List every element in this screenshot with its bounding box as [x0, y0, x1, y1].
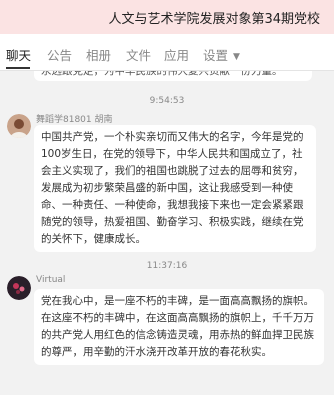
message-bubble: 党在我心中，是一座不朽的丰碑，是一面高高飘扬的旗帜。在这座不朽的丰碑中，在这面高…: [34, 289, 324, 365]
tab-settings[interactable]: 设置 ▼: [203, 45, 240, 64]
tab-files[interactable]: 文件: [126, 45, 151, 64]
chevron-down-icon: ▼: [233, 52, 240, 62]
message-bubble-partial: 永远跟党走，为中华民族的伟大复兴贡献一份力量。: [34, 71, 312, 81]
app-header: 人文与艺术学院发展对象第34期党校: [0, 0, 334, 34]
avatar-photo-icon: [7, 276, 31, 300]
message-sender: 舞蹈学81801 胡南: [36, 115, 113, 125]
avatar[interactable]: [7, 276, 31, 300]
active-tab-indicator: [6, 67, 30, 69]
tab-bar: 聊天 公告 相册 文件 应用 设置 ▼: [0, 34, 334, 71]
tab-settings-label: 设置: [203, 48, 229, 63]
chat-area[interactable]: 永远跟党走，为中华民族的伟大复兴贡献一份力量。 9:54:53 舞蹈学81801…: [0, 71, 334, 395]
tab-apps[interactable]: 应用: [164, 45, 189, 64]
avatar-photo-icon: [7, 114, 31, 138]
tab-album[interactable]: 相册: [86, 45, 111, 64]
tab-chat[interactable]: 聊天: [6, 45, 31, 64]
tab-announcements[interactable]: 公告: [47, 45, 72, 64]
message-bubble: 中国共产党，一个朴实亲切而又伟大的名字，今年是党的100岁生日，在党的领导下，中…: [34, 125, 316, 252]
message-timestamp: 9:54:53: [149, 96, 185, 106]
group-title: 人文与艺术学院发展对象第34期党校: [108, 12, 320, 27]
message-sender: Virtual: [36, 275, 66, 285]
message-timestamp: 11:37:16: [146, 261, 188, 271]
avatar[interactable]: [7, 114, 31, 138]
